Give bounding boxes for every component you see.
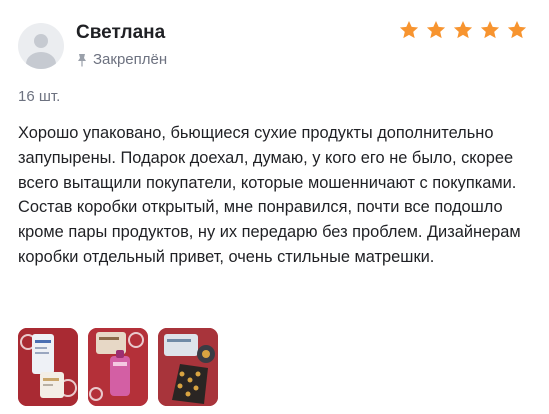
author-name: Светлана (76, 22, 166, 43)
star-icon (480, 21, 500, 39)
review-photos (18, 328, 218, 406)
pinned-label: Закреплён (93, 51, 168, 68)
rating-stars (398, 19, 528, 41)
avatar-head-shape (34, 34, 48, 48)
photo-thumbnail-icon (88, 328, 148, 406)
star-icon (507, 21, 527, 39)
avatar-body-shape (26, 52, 56, 69)
avatar (18, 23, 64, 69)
star-icon (399, 21, 419, 39)
review-photo-2[interactable] (88, 328, 148, 406)
photo-thumbnail-icon (18, 328, 78, 406)
photo-thumbnail-icon (158, 328, 218, 406)
star-icon (426, 21, 446, 39)
pinned-status: Закреплён (76, 51, 167, 68)
purchase-quantity: 16 шт. (18, 88, 61, 105)
pin-icon (78, 53, 86, 66)
review-text: Хорошо упаковано, бьющиеся сухие продукт… (18, 124, 521, 266)
star-icon (453, 21, 473, 39)
review-card: Светлана Закреплён 16 шт. Хорошо упакова… (0, 0, 549, 414)
review-photo-1[interactable] (18, 328, 78, 406)
review-photo-3[interactable] (158, 328, 218, 406)
